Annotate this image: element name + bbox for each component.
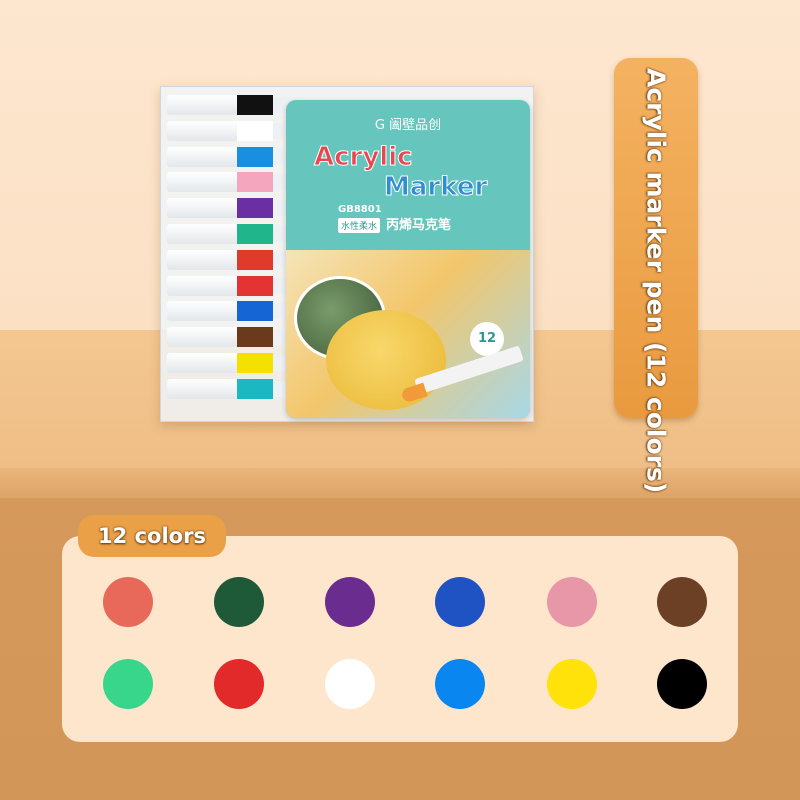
pen-color-band xyxy=(237,198,273,219)
pen-barrel xyxy=(167,120,237,141)
pen-barrel xyxy=(167,198,237,219)
color-swatch-coral xyxy=(103,577,153,627)
pen-color-band xyxy=(237,172,273,193)
color-swatch-black xyxy=(657,659,707,709)
pen-barrel xyxy=(167,275,237,296)
pen-barrel xyxy=(167,327,237,348)
pen-color-band xyxy=(237,120,273,141)
product-title: Acrylic Marker xyxy=(314,142,488,203)
pen-barrel xyxy=(167,249,237,270)
pen-barrel xyxy=(167,172,237,193)
color-swatch-purple xyxy=(325,577,375,627)
product-code: GB8801 xyxy=(338,204,382,215)
color-swatch-sky-blue xyxy=(435,659,485,709)
pen-color-band xyxy=(237,378,273,399)
color-swatch-light-green xyxy=(103,659,153,709)
pen-color-band xyxy=(237,146,273,167)
color-swatch-panel xyxy=(62,536,738,742)
color-swatch-blue xyxy=(435,577,485,627)
pen-color-band xyxy=(237,224,273,244)
color-swatch-red xyxy=(214,659,264,709)
product-card: G 阖壁品创 Acrylic Marker GB8801 水性柔水 丙烯马克笔 … xyxy=(286,100,530,418)
pen-barrel xyxy=(167,95,237,115)
pen-color-band xyxy=(237,353,273,373)
pen-color-band xyxy=(237,95,273,115)
shelf-edge xyxy=(0,468,800,498)
color-swatch-white xyxy=(325,659,375,709)
pen-color-band xyxy=(237,275,273,296)
color-swatch-dark-green xyxy=(214,577,264,627)
colors-label: 12 colors xyxy=(78,515,226,557)
pen-barrel xyxy=(167,301,237,322)
color-swatch-yellow xyxy=(547,659,597,709)
title-line-2: Marker xyxy=(383,172,488,203)
pen-color-band xyxy=(237,249,273,270)
product-tag: 水性柔水 xyxy=(338,218,381,233)
product-name-cn: 丙烯马克笔 xyxy=(386,218,452,233)
title-line-1: Acrylic xyxy=(314,142,414,173)
pen-color-band xyxy=(237,327,273,348)
pen-barrel xyxy=(167,353,237,373)
pen-barrel xyxy=(167,224,237,244)
product-side-label: Acrylic marker pen (12 colors) xyxy=(614,58,698,494)
side-label-text: Acrylic marker pen (12 colors) xyxy=(641,68,671,494)
pen-barrel xyxy=(167,378,237,399)
pen-barrel xyxy=(167,146,237,167)
color-swatch-brown xyxy=(657,577,707,627)
lemon-illustration xyxy=(326,310,446,410)
brand-logo: G 阖壁品创 xyxy=(374,118,442,133)
pen-color-band xyxy=(237,301,273,322)
color-swatch-pink xyxy=(547,577,597,627)
